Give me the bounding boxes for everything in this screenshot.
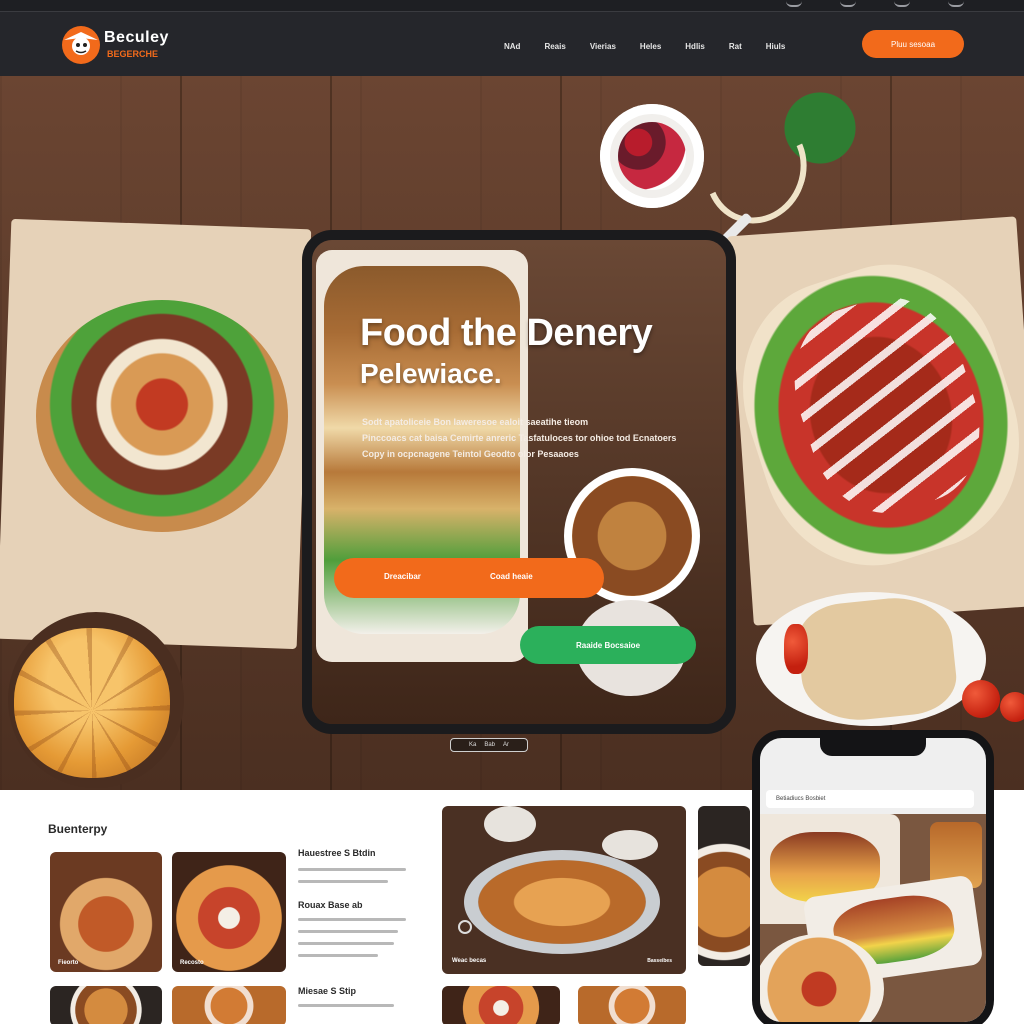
phone-address-bar[interactable]: Betiadiucs Bosbiet bbox=[766, 790, 974, 808]
list-text-line bbox=[298, 918, 406, 921]
nav-item-4[interactable]: Heles bbox=[640, 42, 661, 51]
food-card[interactable] bbox=[172, 986, 286, 1024]
nav-item-1[interactable]: NAd bbox=[504, 42, 520, 51]
order-button[interactable]: Pluu sesoaa bbox=[862, 30, 964, 58]
phone-device: Betiadiucs Bosbiet bbox=[752, 730, 994, 1024]
gallery-title: Buenterpy bbox=[48, 822, 108, 836]
bun-image bbox=[14, 628, 170, 778]
food-card[interactable] bbox=[578, 986, 686, 1024]
tomato-image bbox=[1000, 692, 1024, 722]
food-card[interactable]: Fieorto bbox=[50, 852, 162, 972]
food-card[interactable] bbox=[50, 986, 162, 1024]
phone-notch bbox=[820, 738, 926, 756]
site-header: Beculey BEGERCHE NAd Reais Vierias Heles… bbox=[0, 12, 1024, 76]
food-card[interactable]: Recosto bbox=[172, 852, 286, 972]
hero-body-line: Sodt apatoliceie Bon laweresoe ealoit sa… bbox=[362, 417, 589, 427]
sauce-bowl-image bbox=[602, 830, 658, 860]
wave-icon bbox=[894, 1, 910, 7]
nav-item-6[interactable]: Rat bbox=[729, 42, 742, 51]
list-text-line bbox=[298, 930, 398, 933]
tab-label: Ar bbox=[503, 742, 510, 748]
list-text-line bbox=[298, 868, 406, 871]
brand-tagline: BEGERCHE bbox=[107, 49, 159, 59]
main-nav: NAd Reais Vierias Heles Hdlis Rat Hiuls bbox=[504, 42, 809, 51]
flatbread-wrap-image bbox=[794, 592, 960, 726]
list-text-line bbox=[298, 954, 378, 957]
brand-logo-icon[interactable] bbox=[58, 20, 104, 66]
berry-bowl-image bbox=[600, 104, 704, 208]
hero-subtitle: Pelewiace. bbox=[360, 358, 502, 389]
list-heading[interactable]: Rouax Base ab bbox=[298, 900, 363, 910]
nav-item-7[interactable]: Hiuls bbox=[766, 42, 786, 51]
nav-item-3[interactable]: Vierias bbox=[590, 42, 616, 51]
photo-caption-secondary: Basseibes bbox=[647, 958, 672, 964]
list-text-line bbox=[298, 1004, 394, 1007]
hero-body-line: Copy in ocpcnagene Teintol Geodto olor P… bbox=[362, 449, 579, 459]
list-text-line bbox=[298, 880, 388, 883]
tab-label: Ka bbox=[468, 742, 477, 748]
list-heading[interactable]: Hauestree S Btdin bbox=[298, 848, 376, 858]
tablet-tab-indicator[interactable]: Ka Bab Ar bbox=[450, 738, 528, 752]
tablet-device: Food the Denery Pelewiace. Sodt apatolic… bbox=[302, 230, 736, 734]
food-card-caption: Fieorto bbox=[58, 960, 79, 966]
hero-section: Food the Denery Pelewiace. Sodt apatolic… bbox=[0, 76, 1024, 790]
nav-item-5[interactable]: Hdlis bbox=[685, 42, 705, 51]
hero-body-text: Sodt apatoliceie Bon laweresoe ealoit sa… bbox=[362, 414, 726, 462]
list-text-line bbox=[298, 942, 394, 945]
food-card[interactable] bbox=[698, 806, 750, 966]
hero-primary-cta-button[interactable]: Dreacibar Coad heaie bbox=[334, 558, 604, 598]
wave-icon bbox=[786, 1, 802, 7]
tomato-slice-image bbox=[784, 624, 808, 674]
top-strip bbox=[0, 0, 1024, 12]
sauce-bowl-image bbox=[484, 806, 536, 842]
pizza-image bbox=[36, 300, 288, 532]
wave-icon bbox=[948, 1, 964, 7]
hero-body-line: Pinccoacs cat baisa Cemirte anreric Tasf… bbox=[362, 433, 677, 443]
food-card[interactable] bbox=[442, 986, 560, 1024]
hero-title: Food the Denery bbox=[360, 312, 653, 354]
tab-label: Bab bbox=[484, 742, 496, 748]
list-heading[interactable]: Miesae S Stip bbox=[298, 986, 356, 996]
nav-item-2[interactable]: Reais bbox=[544, 42, 565, 51]
tomato-image bbox=[962, 680, 1000, 718]
top-strip-icons bbox=[786, 1, 964, 7]
wave-icon bbox=[840, 1, 856, 7]
featured-dish-photo[interactable]: Weac becas Basseibes bbox=[442, 806, 686, 974]
hero-secondary-cta-button[interactable]: Raaide Bocsaioe bbox=[520, 626, 696, 664]
photo-caption: Weac becas bbox=[452, 958, 487, 964]
brand-name[interactable]: Beculey bbox=[104, 29, 169, 47]
cta-left-label: Dreacibar bbox=[384, 572, 421, 581]
dish-plate-image bbox=[464, 850, 660, 954]
refresh-icon[interactable] bbox=[458, 920, 472, 934]
food-card-caption: Recosto bbox=[180, 960, 204, 966]
cta-right-label: Coad heaie bbox=[490, 572, 533, 581]
